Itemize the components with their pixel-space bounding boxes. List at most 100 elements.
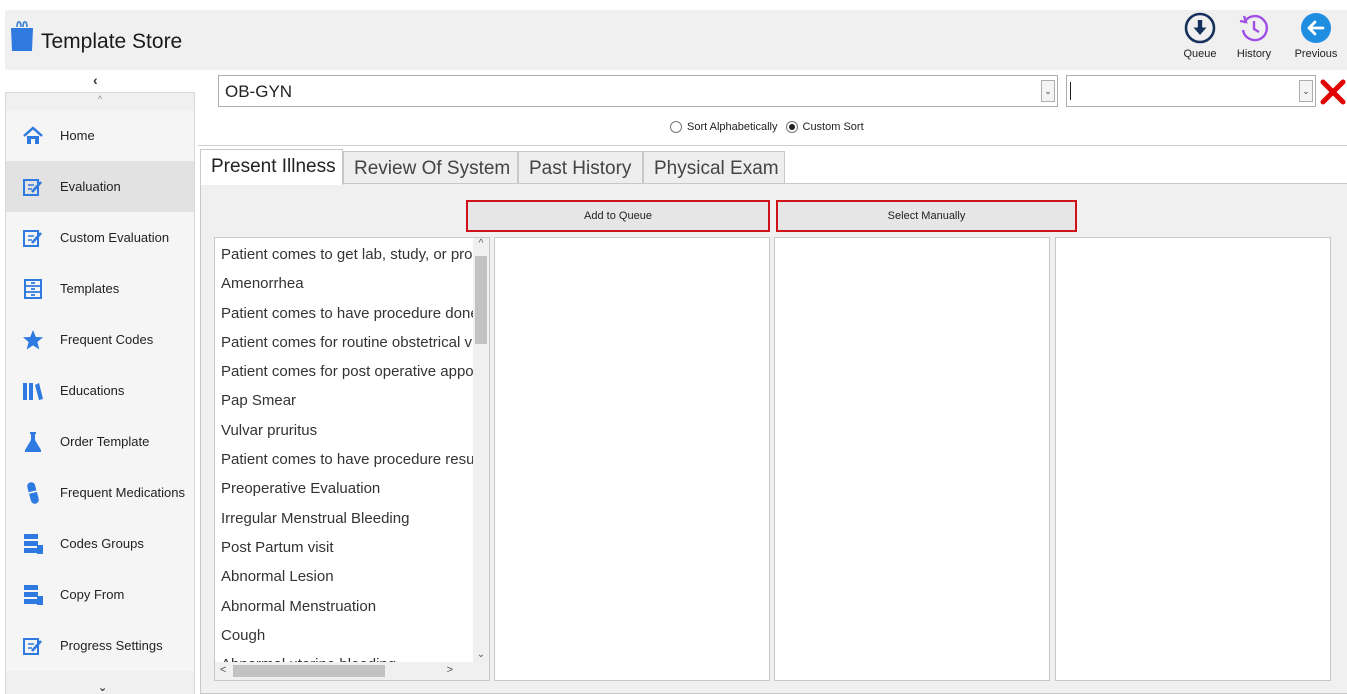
selection-list-3[interactable] <box>774 237 1050 681</box>
app-header: Template Store Queue History Previous <box>5 10 1347 70</box>
sort-alphabetically-label: Sort Alphabetically <box>687 121 778 133</box>
custom-sort-radio[interactable] <box>785 121 798 133</box>
tab-label: Past History <box>529 158 632 179</box>
sidebar-item-custom-evaluation[interactable]: Custom Evaluation <box>6 212 194 263</box>
sidebar-item-home[interactable]: Home <box>6 110 194 161</box>
shopping-bag-icon <box>11 20 33 51</box>
select-manually-button[interactable]: Select Manually <box>776 200 1077 232</box>
specialty-select-value: OB-GYN <box>225 82 293 101</box>
clear-close-icon[interactable] <box>1320 79 1346 105</box>
list-item[interactable]: Abnormal Lesion <box>215 560 473 589</box>
list-item[interactable]: Patient comes to have procedure done <box>215 297 473 326</box>
chevron-down-icon[interactable]: ⌄ <box>1041 80 1055 102</box>
sidebar-item-label: Frequent Codes <box>60 332 154 347</box>
pill-icon <box>6 481 60 505</box>
sidebar-item-label: Custom Evaluation <box>60 230 170 245</box>
cabinet-icon <box>6 278 60 299</box>
sidebar-item-order-template[interactable]: Order Template <box>6 416 194 467</box>
custom-sort-option[interactable]: Custom Sort <box>785 121 864 133</box>
tab-label: Review Of System <box>354 158 511 179</box>
sidebar-collapse-chevron-icon[interactable]: ‹ <box>93 72 98 88</box>
tab-present-illness[interactable]: Present Illness <box>200 149 343 185</box>
sidebar-scroll-down-icon[interactable]: ⌄ <box>98 681 107 694</box>
flask-icon <box>6 431 60 453</box>
sidebar-item-templates[interactable]: Templates <box>6 263 194 314</box>
list-item[interactable]: Vulvar pruritus <box>215 414 473 443</box>
selection-list-2[interactable] <box>494 237 770 681</box>
list-item[interactable]: Pap Smear <box>215 384 473 413</box>
sidebar-item-label: Home <box>60 128 95 143</box>
scroll-left-arrow-icon[interactable]: < <box>220 664 226 676</box>
queue-label: Queue <box>1183 48 1217 60</box>
custom-sort-label: Custom Sort <box>802 121 864 133</box>
sidebar-item-label: Copy From <box>60 587 125 602</box>
list-item[interactable]: Cough <box>215 619 473 648</box>
history-label: History <box>1236 48 1272 60</box>
download-circle-icon <box>1184 12 1216 44</box>
sidebar-item-frequent-codes[interactable]: Frequent Codes <box>6 314 194 365</box>
add-to-queue-button[interactable]: Add to Queue <box>466 200 770 232</box>
scroll-down-arrow-icon[interactable]: ⌄ <box>473 649 489 660</box>
sidebar-item-label: Codes Groups <box>60 536 144 551</box>
sidebar-item-label: Educations <box>60 383 125 398</box>
complaint-list[interactable]: Patient comes to get lab, study, or proc… <box>214 237 490 681</box>
vertical-scrollbar[interactable]: ^ ⌄ <box>473 238 489 662</box>
sidebar-item-label: Order Template <box>60 434 150 449</box>
list-item[interactable]: Post Partum visit <box>215 531 473 560</box>
selection-list-4[interactable] <box>1055 237 1331 681</box>
edit-form-icon <box>6 636 60 656</box>
sidebar-item-educations[interactable]: Educations <box>6 365 194 416</box>
scroll-right-arrow-icon[interactable]: > <box>447 664 453 676</box>
secondary-select[interactable]: ⌄ <box>1066 75 1316 107</box>
sidebar-item-codes-groups[interactable]: Codes Groups <box>6 518 194 569</box>
sort-alphabetically-option[interactable]: Sort Alphabetically <box>670 121 778 133</box>
scroll-up-arrow-icon[interactable]: ^ <box>473 238 489 249</box>
list-item[interactable]: Abnormal uterine bleeding <box>215 648 473 662</box>
history-clock-icon <box>1239 14 1268 42</box>
sidebar-menu: Home Evaluation Custom Evaluation Templa… <box>6 110 194 671</box>
list-item[interactable]: Amenorrhea <box>215 267 473 296</box>
scrollbar-thumb[interactable] <box>233 665 385 677</box>
books-icon <box>6 381 60 401</box>
edit-form-icon <box>6 177 60 197</box>
history-button[interactable]: History <box>1229 12 1279 70</box>
list-item[interactable]: Patient comes for post operative appoint… <box>215 355 473 384</box>
list-item[interactable]: Abnormal Menstruation <box>215 590 473 619</box>
arrow-left-circle-icon <box>1301 13 1331 43</box>
previous-button[interactable]: Previous <box>1291 12 1341 70</box>
horizontal-scrollbar[interactable]: < > <box>215 662 473 680</box>
sort-options: Sort Alphabetically Custom Sort <box>670 121 872 133</box>
sidebar-item-label: Frequent Medications <box>60 485 186 500</box>
specialty-select[interactable]: OB-GYN ⌄ <box>218 75 1058 107</box>
app-title: Template Store <box>41 30 183 53</box>
divider <box>198 145 1347 146</box>
previous-label: Previous <box>1294 48 1338 60</box>
tab-past-history[interactable]: Past History <box>518 151 643 183</box>
complaint-list-items: Patient comes to get lab, study, or proc… <box>215 238 473 662</box>
scrollbar-corner <box>473 662 489 680</box>
sidebar-item-frequent-medications[interactable]: Frequent Medications <box>6 467 194 518</box>
tab-label: Present Illness <box>211 156 336 177</box>
tab-review-of-system[interactable]: Review Of System <box>343 151 518 183</box>
sidebar-scroll-up-icon[interactable]: ^ <box>98 94 102 104</box>
sidebar-item-label: Evaluation <box>60 179 121 194</box>
tab-physical-exam[interactable]: Physical Exam <box>643 151 785 183</box>
sidebar-item-copy-from[interactable]: Copy From <box>6 569 194 620</box>
star-icon <box>6 329 60 351</box>
chevron-down-icon[interactable]: ⌄ <box>1299 80 1313 102</box>
scrollbar-thumb[interactable] <box>475 256 487 344</box>
list-item[interactable]: Preoperative Evaluation <box>215 472 473 501</box>
sidebar-item-progress-settings[interactable]: Progress Settings <box>6 620 194 671</box>
sidebar-item-evaluation[interactable]: Evaluation <box>6 161 194 212</box>
stack-icon <box>6 533 60 555</box>
home-icon <box>6 125 60 146</box>
list-item[interactable]: Patient comes to get lab, study, or proc… <box>215 238 473 267</box>
stack-icon <box>6 584 60 606</box>
list-item[interactable]: Patient comes to have procedure result <box>215 443 473 472</box>
queue-button[interactable]: Queue <box>1175 12 1225 70</box>
sidebar-item-label: Templates <box>60 281 120 296</box>
list-item[interactable]: Patient comes for routine obstetrical vi… <box>215 326 473 355</box>
tab-label: Physical Exam <box>654 158 779 179</box>
list-item[interactable]: Irregular Menstrual Bleeding <box>215 502 473 531</box>
sort-alphabetically-radio[interactable] <box>670 121 682 133</box>
